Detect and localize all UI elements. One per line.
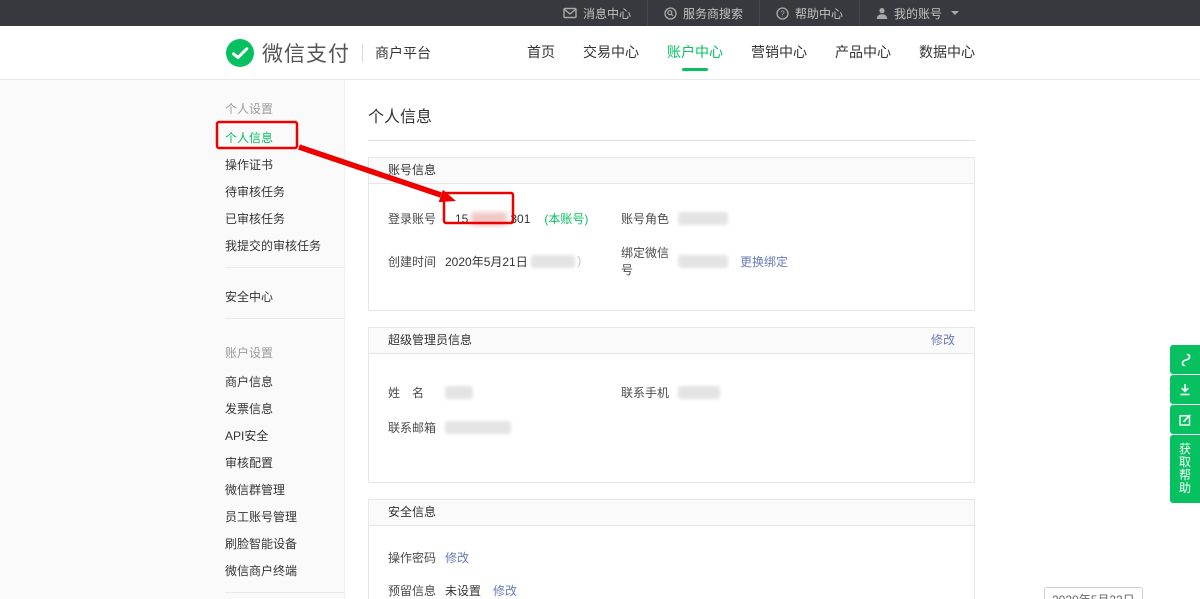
rebind-wechat-link[interactable]: 更换绑定 <box>740 253 788 270</box>
nav-item-account-center[interactable]: 账户中心 <box>667 26 723 79</box>
super-admin-section: 超级管理员信息 修改 姓 名 联系手机 联系邮箱 <box>368 327 975 483</box>
download-button[interactable] <box>1170 375 1200 404</box>
sidebar-item-review-config[interactable]: 审核配置 <box>225 457 345 469</box>
main-nav: 首页 交易中心 账户中心 营销中心 产品中心 数据中心 <box>499 26 975 79</box>
page-title: 个人信息 <box>368 103 975 127</box>
operation-password-label: 操作密码 <box>388 549 445 566</box>
nav-item-product-center[interactable]: 产品中心 <box>835 26 891 79</box>
sidebar-divider <box>225 267 345 268</box>
sidebar-item-wechat-merchant-terminal[interactable]: 微信商户终端 <box>225 565 345 577</box>
topbar-item-label: 帮助中心 <box>795 5 843 22</box>
created-date-text: 2020年5月21日 <box>445 253 528 270</box>
get-help-label: 获取帮助 <box>1179 443 1191 495</box>
edit-icon <box>1178 413 1192 427</box>
brand-subtitle: 商户平台 <box>375 43 431 63</box>
current-account-tag: (本账号) <box>544 210 588 227</box>
user-icon <box>876 7 888 20</box>
svg-text:?: ? <box>780 9 785 18</box>
get-help-button[interactable]: 获取帮助 <box>1170 435 1200 503</box>
sidebar: 个人设置 个人信息 操作证书 待审核任务 已审核任务 我提交的审核任务 安全中心… <box>225 80 345 599</box>
edit-password-link[interactable]: 修改 <box>445 549 469 566</box>
link-button[interactable] <box>1170 345 1200 374</box>
account-info-section: 账号信息 登录账号 15 301 (本账号) 账号角色 <box>368 157 975 311</box>
section-title-super-admin: 超级管理员信息 <box>388 328 472 353</box>
sidebar-item-face-smart-device[interactable]: 刷脸智能设备 <box>225 538 345 550</box>
redacted-created-time <box>531 255 575 268</box>
nav-item-home[interactable]: 首页 <box>527 26 555 79</box>
security-info-section: 安全信息 操作密码 修改 预留信息 未设置 修改 预留信息是由你自己设置的一段文… <box>368 499 975 599</box>
edit-reserved-info-link[interactable]: 修改 <box>493 582 517 599</box>
sidebar-item-pending-review-tasks[interactable]: 待审核任务 <box>225 186 345 198</box>
section-title-account-info: 账号信息 <box>388 158 436 183</box>
topbar-item-my-account[interactable]: 我的账号 <box>859 0 975 26</box>
sidebar-item-operation-certificate[interactable]: 操作证书 <box>225 159 345 171</box>
edit-admin-link[interactable]: 修改 <box>931 328 955 353</box>
created-time-label: 创建时间 <box>388 253 445 270</box>
date-tooltip: 2020年5月22日 <box>1044 587 1143 599</box>
sidebar-item-api-security[interactable]: API安全 <box>225 430 345 442</box>
admin-email-label: 联系邮箱 <box>388 419 445 436</box>
sidebar-divider <box>225 592 345 593</box>
login-account-value: 15 301 <box>455 212 530 226</box>
reserved-info-label: 预留信息 <box>388 582 445 599</box>
topbar-item-label: 我的账号 <box>894 5 942 22</box>
chevron-down-icon <box>951 11 959 15</box>
help-circle-icon: ? <box>776 7 789 20</box>
download-icon <box>1178 382 1192 397</box>
login-account-prefix: 15 <box>455 212 468 226</box>
nav-item-data-center[interactable]: 数据中心 <box>919 26 975 79</box>
redacted-wechat-id <box>678 255 728 268</box>
sidebar-item-merchant-info[interactable]: 商户信息 <box>225 376 345 388</box>
main-content: 个人信息 账号信息 登录账号 15 301 (本账号) <box>368 80 975 599</box>
topbar-item-help-center[interactable]: ? 帮助中心 <box>759 0 859 26</box>
topbar-item-service-search[interactable]: 服务商搜索 <box>647 0 759 26</box>
nav-item-marketing-center[interactable]: 营销中心 <box>751 26 807 79</box>
sidebar-item-reviewed-tasks[interactable]: 已审核任务 <box>225 213 345 225</box>
section-title-security-info: 安全信息 <box>388 500 436 525</box>
sidebar-divider <box>225 318 345 319</box>
login-account-suffix: 301 <box>510 212 530 226</box>
brand-separator <box>362 44 363 62</box>
sidebar-item-personal-info[interactable]: 个人信息 <box>225 132 345 144</box>
sidebar-item-wechat-group-mgmt[interactable]: 微信群管理 <box>225 484 345 496</box>
title-divider <box>368 140 975 141</box>
redacted-admin-email <box>445 421 511 434</box>
nav-item-transaction-center[interactable]: 交易中心 <box>583 26 639 79</box>
sidebar-item-my-submitted-tasks[interactable]: 我提交的审核任务 <box>225 240 345 252</box>
sidebar-group-personal-settings: 个人设置 <box>225 103 345 115</box>
wechat-pay-logo-icon <box>225 38 255 68</box>
admin-phone-label: 联系手机 <box>621 384 678 401</box>
feedback-button[interactable] <box>1170 405 1200 434</box>
redacted-admin-phone <box>678 386 720 399</box>
redacted-login-digits <box>471 212 507 226</box>
bound-wechat-label: 绑定微信号 <box>621 244 678 278</box>
topbar-item-label: 消息中心 <box>583 5 631 22</box>
redacted-admin-name <box>445 386 473 399</box>
login-account-label: 登录账号 <box>388 210 445 227</box>
sidebar-item-invoice-info[interactable]: 发票信息 <box>225 403 345 415</box>
header: 微信支付 商户平台 首页 交易中心 账户中心 营销中心 产品中心 数据中心 <box>0 26 1200 80</box>
account-role-label: 账号角色 <box>621 210 678 227</box>
created-time-value: 2020年5月21日 ） <box>445 253 589 270</box>
reserved-info-status: 未设置 <box>445 582 481 599</box>
brand: 微信支付 商户平台 <box>225 38 431 68</box>
search-circle-icon <box>664 7 677 20</box>
topbar-item-label: 服务商搜索 <box>683 5 743 22</box>
topbar: 消息中心 服务商搜索 ? 帮助中心 我的账号 <box>0 0 1200 26</box>
sidebar-item-staff-account-mgmt[interactable]: 员工账号管理 <box>225 511 345 523</box>
floating-help-bar: 获取帮助 <box>1170 345 1200 503</box>
sidebar-item-security-center[interactable]: 安全中心 <box>225 291 345 303</box>
brand-name: 微信支付 <box>262 38 350 68</box>
link-icon <box>1178 352 1192 368</box>
topbar-item-message-center[interactable]: 消息中心 <box>547 0 647 26</box>
envelope-icon <box>563 7 577 19</box>
sidebar-group-account-settings: 账户设置 <box>225 347 345 359</box>
created-time-suffix: ） <box>577 253 589 270</box>
redacted-account-role <box>678 212 728 225</box>
admin-name-label: 姓 名 <box>388 384 445 401</box>
